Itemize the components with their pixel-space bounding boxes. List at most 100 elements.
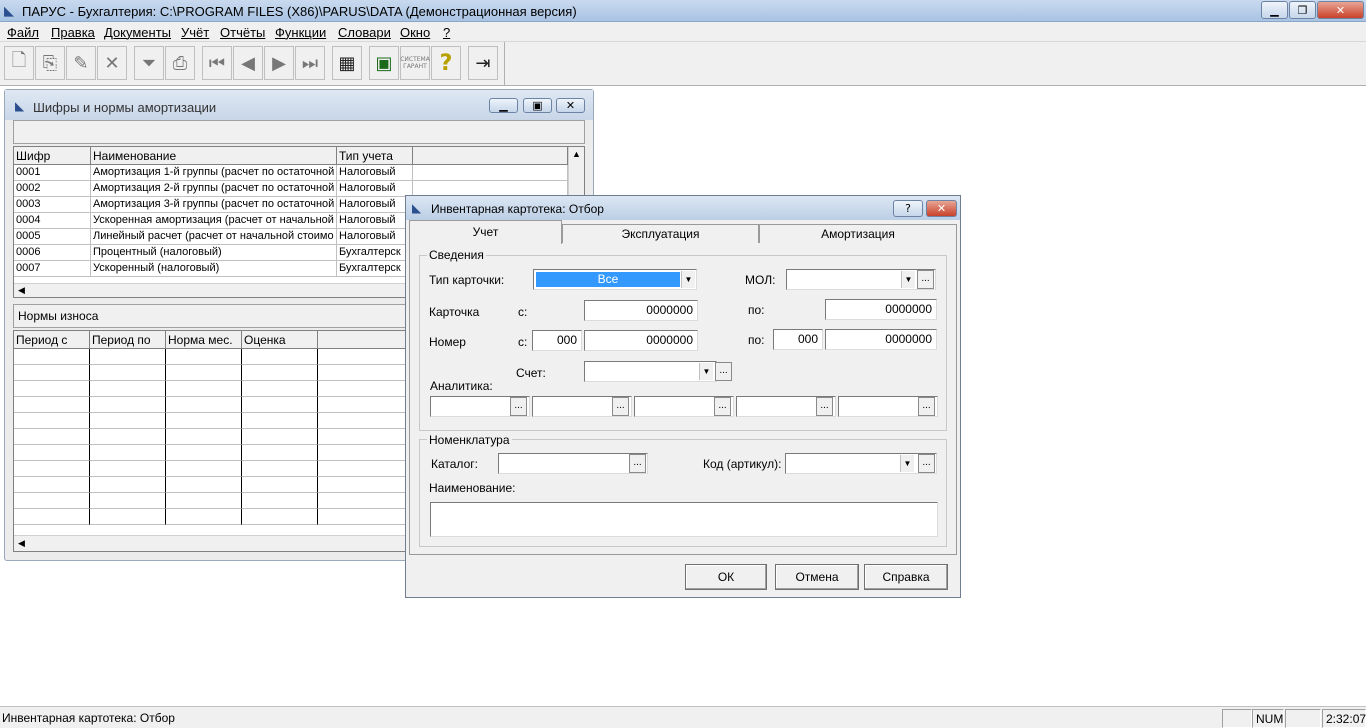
garant-icon[interactable]: СИСТЕМА ГАРАНТ [400,46,430,80]
scroll-left-icon[interactable]: ◀ [18,285,25,296]
menu-window[interactable]: Окно [400,25,430,40]
number-to-field[interactable]: 0000000 [825,329,937,350]
mol-browse-button[interactable]: ... [917,270,934,289]
window-close-button[interactable]: ✕ [556,98,585,113]
norm-cell[interactable] [242,477,318,493]
menu-reports[interactable]: Отчёты [220,25,265,40]
norm-cell[interactable] [90,445,166,461]
column-header-estimate[interactable]: Оценка [242,331,318,349]
cell-code[interactable]: 0002 [14,181,91,197]
norm-cell[interactable] [166,429,242,445]
norm-cell[interactable] [166,445,242,461]
norm-cell[interactable] [14,429,90,445]
print-icon[interactable]: ⎙ [165,46,195,80]
norm-cell[interactable] [166,365,242,381]
norm-cell[interactable] [90,365,166,381]
card-from-field[interactable]: 0000000 [584,300,698,321]
norm-cell[interactable] [166,349,242,365]
norm-cell[interactable] [14,493,90,509]
help-button[interactable]: Справка [864,564,948,590]
column-header-norm[interactable]: Норма мес. [166,331,242,349]
norm-cell[interactable] [242,509,318,525]
account-chevron-down-icon[interactable]: ▼ [699,363,713,380]
menu-file[interactable]: Файл [7,25,39,40]
norm-cell[interactable] [242,381,318,397]
norm-cell[interactable] [90,381,166,397]
number-prefix-to-field[interactable]: 000 [773,329,823,350]
new-doc-icon[interactable]: 🗋 [4,46,34,80]
tab-amortization[interactable]: Амортизация [759,224,957,243]
analytics-browse-button-1[interactable]: ... [510,397,527,416]
cell-name[interactable]: Амортизация 1-й группы (расчет по остато… [91,165,337,181]
report-icon[interactable]: ▦ [332,46,362,80]
exit-icon[interactable]: ⇥ [468,46,498,80]
number-prefix-from-field[interactable]: 000 [532,330,582,351]
norm-cell[interactable] [90,349,166,365]
dialog-close-button[interactable]: ✕ [926,200,957,217]
norm-cell[interactable] [14,365,90,381]
norm-cell[interactable] [242,445,318,461]
menu-dictionaries[interactable]: Словари [338,25,391,40]
norm-cell[interactable] [166,397,242,413]
norm-cell[interactable] [90,509,166,525]
close-button[interactable]: ✕ [1317,1,1364,19]
dialog-help-button[interactable]: ? [893,200,923,217]
norm-cell[interactable] [166,381,242,397]
norm-cell[interactable] [166,413,242,429]
norm-cell[interactable] [242,461,318,477]
norm-cell[interactable] [166,461,242,477]
menu-documents[interactable]: Документы [104,25,171,40]
norm-cell[interactable] [90,461,166,477]
norm-cell[interactable] [90,477,166,493]
menu-functions[interactable]: Функции [275,25,326,40]
delete-icon[interactable]: ✕ [97,46,127,80]
cell-code[interactable]: 0005 [14,229,91,245]
edit-doc-icon[interactable]: ✎ [66,46,96,80]
norm-cell[interactable] [14,445,90,461]
norm-cell[interactable] [242,349,318,365]
cell-code[interactable]: 0003 [14,197,91,213]
cell-name[interactable]: Процентный (налоговый) [91,245,337,261]
cell-name[interactable]: Ускоренная амортизация (расчет от началь… [91,213,337,229]
cell-type[interactable]: Налоговый [337,165,413,181]
cancel-button[interactable]: Отмена [775,564,859,590]
tab-operation[interactable]: Эксплуатация [562,224,759,243]
chevron-down-icon[interactable]: ▼ [681,271,695,288]
cell-type[interactable]: Бухгалтерск [337,261,413,277]
last-record-icon[interactable]: ⏭ [295,46,325,80]
cell-name[interactable]: Ускоренный (налоговый) [91,261,337,277]
cell-code[interactable]: 0006 [14,245,91,261]
card-to-field[interactable]: 0000000 [825,299,937,320]
scroll-up-icon[interactable]: ▲ [572,149,581,159]
cell-type[interactable]: Налоговый [337,213,413,229]
card-type-select[interactable]: Все ▼ [533,269,697,290]
copy-doc-icon[interactable]: ⎘ [35,46,65,80]
column-header-name[interactable]: Наименование [91,147,337,165]
cell-code[interactable]: 0007 [14,261,91,277]
norm-cell[interactable] [14,381,90,397]
column-header-period-to[interactable]: Период по [90,331,166,349]
menu-accounting[interactable]: Учёт [181,25,209,40]
account-select[interactable]: ▼ [584,361,717,382]
analytics-browse-button-3[interactable]: ... [714,397,731,416]
name-field[interactable] [430,502,938,537]
analytics-browse-button-2[interactable]: ... [612,397,629,416]
norm-cell[interactable] [90,413,166,429]
number-from-field[interactable]: 0000000 [584,330,698,351]
help-icon[interactable]: ? [431,46,461,80]
analytics-browse-button-5[interactable]: ... [918,397,935,416]
calculator-icon[interactable]: ▣ [369,46,399,80]
cell-name[interactable]: Амортизация 3-й группы (расчет по остато… [91,197,337,213]
menu-edit[interactable]: Правка [51,25,95,40]
cell-code[interactable]: 0001 [14,165,91,181]
prev-record-icon[interactable]: ◀ [233,46,263,80]
catalog-field[interactable] [498,453,648,474]
norm-cell[interactable] [90,429,166,445]
window-minimize-button[interactable]: ▁ [489,98,518,113]
norm-cell[interactable] [14,413,90,429]
norm-cell[interactable] [90,397,166,413]
norms-scroll-left-icon[interactable]: ◀ [18,538,25,549]
code-select[interactable]: ▼ [785,453,937,474]
norm-cell[interactable] [242,413,318,429]
account-browse-button[interactable]: ... [715,362,732,381]
